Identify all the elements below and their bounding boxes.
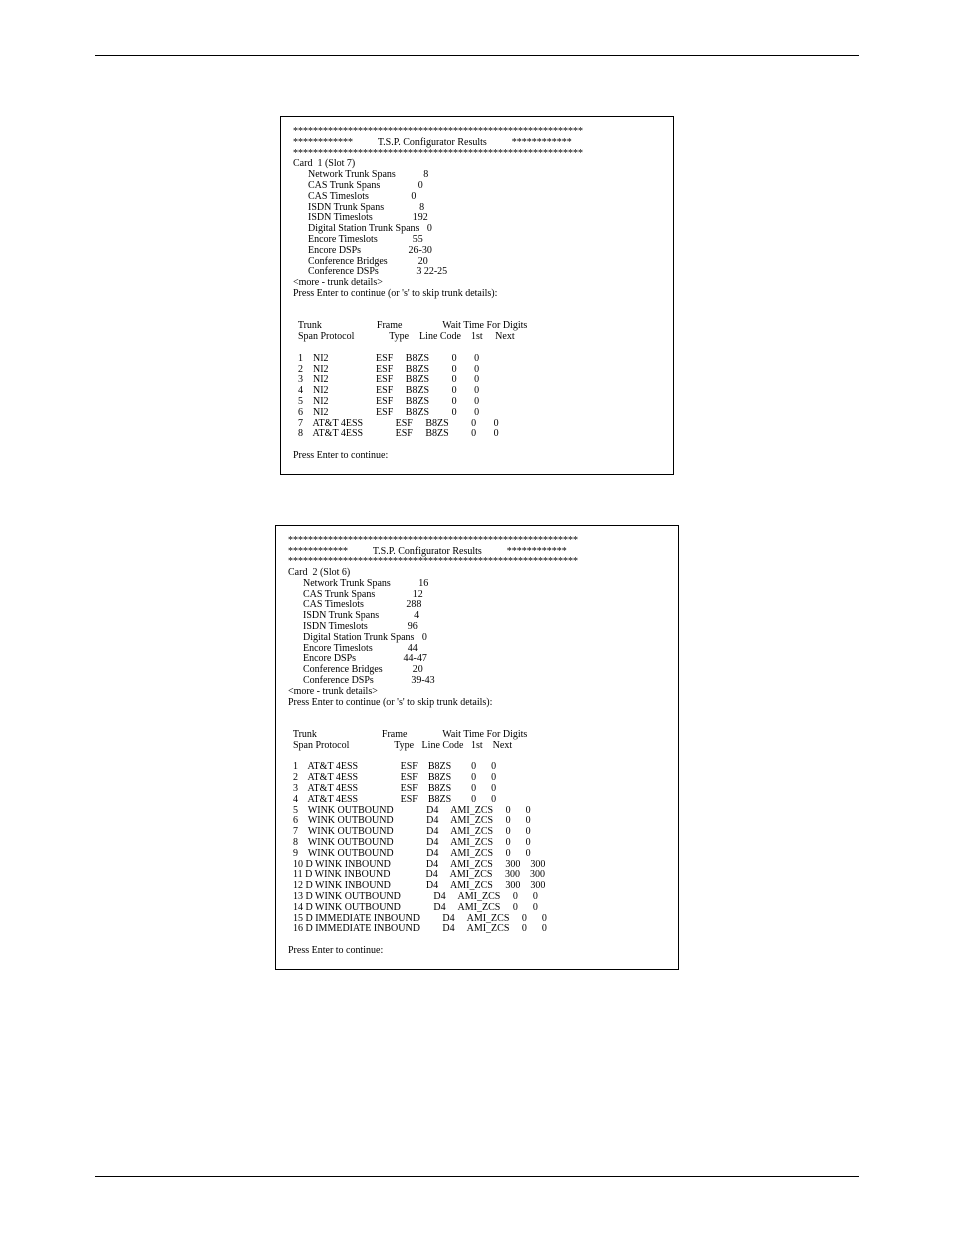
terminal-output-card2: ****************************************… xyxy=(275,525,679,970)
page-content: ****************************************… xyxy=(95,56,859,970)
footer-rule xyxy=(95,1176,859,1177)
page: ****************************************… xyxy=(0,0,954,1235)
terminal-output-card1: ****************************************… xyxy=(280,116,674,475)
